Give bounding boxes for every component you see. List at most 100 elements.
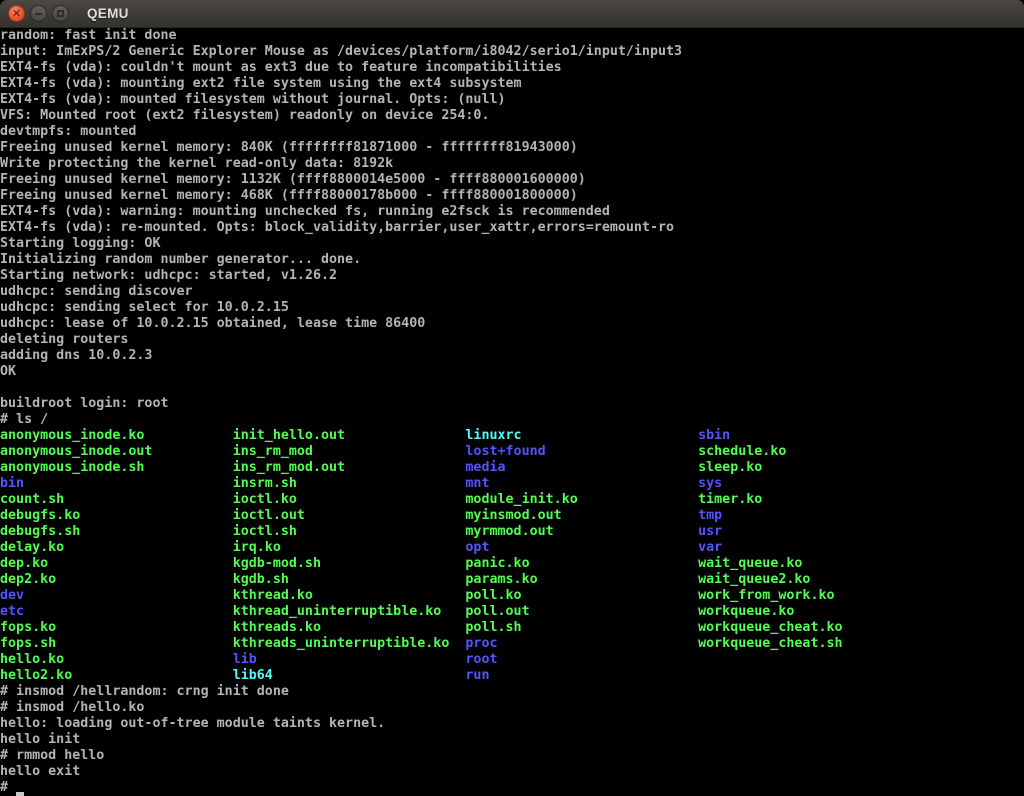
window-title: QEMU bbox=[87, 6, 129, 21]
terminal-text: EXT4-fs (vda): mounted filesystem withou… bbox=[0, 92, 506, 107]
terminal-text: EXT4-fs (vda): warning: mounting uncheck… bbox=[0, 204, 610, 219]
ls-entry-file: fops.sh bbox=[0, 636, 233, 651]
ls-entry-dir: run bbox=[465, 668, 698, 683]
minimize-button[interactable] bbox=[30, 5, 47, 22]
terminal-line: debugfs.sh ioctl.sh myrmmod.out usr bbox=[0, 524, 1024, 540]
terminal-line: # insmod /hello.ko bbox=[0, 700, 1024, 716]
terminal-text: Freeing unused kernel memory: 840K (ffff… bbox=[0, 140, 578, 155]
terminal-text: # ls / bbox=[0, 412, 48, 427]
terminal-text: EXT4-fs (vda): couldn't mount as ext3 du… bbox=[0, 60, 562, 75]
terminal-text: # insmod /hello.ko bbox=[0, 700, 144, 715]
ls-entry-file: insrm.sh bbox=[233, 476, 466, 491]
ls-entry-file: timer.ko bbox=[698, 492, 762, 507]
shell-prompt: # bbox=[0, 780, 16, 795]
terminal-text: udhcpc: lease of 10.0.2.15 obtained, lea… bbox=[0, 316, 425, 331]
terminal-text: Freeing unused kernel memory: 468K (ffff… bbox=[0, 188, 578, 203]
ls-entry-file: workqueue_cheat.sh bbox=[698, 636, 842, 651]
terminal-line: OK bbox=[0, 364, 1024, 380]
terminal-line: buildroot login: root bbox=[0, 396, 1024, 412]
ls-entry-dir: tmp bbox=[698, 508, 722, 523]
terminal-line: Freeing unused kernel memory: 840K (ffff… bbox=[0, 140, 1024, 156]
ls-entry-file: count.sh bbox=[0, 492, 233, 507]
terminal-line: etc kthread_uninterruptible.ko poll.out … bbox=[0, 604, 1024, 620]
terminal-line: devtmpfs: mounted bbox=[0, 124, 1024, 140]
ls-entry-file: kthread_uninterruptible.ko bbox=[233, 604, 466, 619]
terminal-line: udhcpc: sending select for 10.0.2.15 bbox=[0, 300, 1024, 316]
terminal-text: Write protecting the kernel read-only da… bbox=[0, 156, 393, 171]
ls-entry-dir: sbin bbox=[698, 428, 730, 443]
terminal-line: adding dns 10.0.2.3 bbox=[0, 348, 1024, 364]
ls-entry-file: ins_rm_mod bbox=[233, 444, 466, 459]
ls-entry-dir: dev bbox=[0, 588, 233, 603]
terminal-line: anonymous_inode.out ins_rm_mod lost+foun… bbox=[0, 444, 1024, 460]
terminal-line: # rmmod hello bbox=[0, 748, 1024, 764]
terminal-cursor bbox=[16, 792, 24, 796]
terminal-screen[interactable]: random: fast init doneinput: ImExPS/2 Ge… bbox=[0, 28, 1024, 796]
ls-entry-file: work_from_work.ko bbox=[698, 588, 834, 603]
terminal-text: hello init bbox=[0, 732, 80, 747]
terminal-text: udhcpc: sending select for 10.0.2.15 bbox=[0, 300, 289, 315]
ls-entry-dir: sys bbox=[698, 476, 722, 491]
ls-entry-file: kthreads_uninterruptible.ko bbox=[233, 636, 466, 651]
ls-entry-file: myrmmod.out bbox=[465, 524, 698, 539]
ls-entry-file: kthread.ko bbox=[233, 588, 466, 603]
ls-entry-dir: media bbox=[465, 460, 698, 475]
ls-entry-dir: bin bbox=[0, 476, 233, 491]
ls-entry-file: kgdb-mod.sh bbox=[233, 556, 466, 571]
ls-entry-dir: var bbox=[698, 540, 722, 555]
terminal-line: # ls / bbox=[0, 412, 1024, 428]
ls-entry-link: lib64 bbox=[233, 668, 466, 683]
ls-entry-file: poll.sh bbox=[465, 620, 698, 635]
terminal-line: anonymous_inode.sh ins_rm_mod.out media … bbox=[0, 460, 1024, 476]
ls-entry-dir: proc bbox=[465, 636, 698, 651]
terminal-line: delay.ko irq.ko opt var bbox=[0, 540, 1024, 556]
terminal-text: deleting routers bbox=[0, 332, 128, 347]
terminal-text: random: fast init done bbox=[0, 28, 177, 43]
terminal-text: # insmod /hellrandom: crng init done bbox=[0, 684, 289, 699]
terminal-line: hello exit bbox=[0, 764, 1024, 780]
terminal-text: adding dns 10.0.2.3 bbox=[0, 348, 152, 363]
ls-entry-dir: etc bbox=[0, 604, 233, 619]
ls-entry-file: init_hello.out bbox=[233, 428, 466, 443]
ls-entry-file: params.ko bbox=[465, 572, 698, 587]
window-titlebar[interactable]: ✕ QEMU bbox=[0, 0, 1024, 28]
ls-entry-file: anonymous_inode.out bbox=[0, 444, 233, 459]
terminal-line: EXT4-fs (vda): warning: mounting uncheck… bbox=[0, 204, 1024, 220]
terminal-line: dep2.ko kgdb.sh params.ko wait_queue2.ko bbox=[0, 572, 1024, 588]
terminal-line: hello2.ko lib64 run bbox=[0, 668, 1024, 684]
terminal-line: Starting logging: OK bbox=[0, 236, 1024, 252]
terminal-line: # insmod /hellrandom: crng init done bbox=[0, 684, 1024, 700]
terminal-line: EXT4-fs (vda): mounted filesystem withou… bbox=[0, 92, 1024, 108]
maximize-icon bbox=[57, 10, 64, 17]
maximize-button[interactable] bbox=[52, 5, 69, 22]
ls-entry-file: dep.ko bbox=[0, 556, 233, 571]
terminal-line: input: ImExPS/2 Generic Explorer Mouse a… bbox=[0, 44, 1024, 60]
ls-entry-file: kgdb.sh bbox=[233, 572, 466, 587]
ls-entry-file: poll.ko bbox=[465, 588, 698, 603]
terminal-line: anonymous_inode.ko init_hello.out linuxr… bbox=[0, 428, 1024, 444]
ls-entry-file: irq.ko bbox=[233, 540, 466, 555]
terminal-line: EXT4-fs (vda): mounting ext2 file system… bbox=[0, 76, 1024, 92]
ls-entry-file: delay.ko bbox=[0, 540, 233, 555]
ls-entry-file: dep2.ko bbox=[0, 572, 233, 587]
terminal-line: deleting routers bbox=[0, 332, 1024, 348]
terminal-text: devtmpfs: mounted bbox=[0, 124, 136, 139]
ls-entry-file: kthreads.ko bbox=[233, 620, 466, 635]
terminal-line: dev kthread.ko poll.ko work_from_work.ko bbox=[0, 588, 1024, 604]
terminal-line: Initializing random number generator... … bbox=[0, 252, 1024, 268]
ls-entry-file: panic.ko bbox=[465, 556, 698, 571]
ls-entry-dir: lib bbox=[233, 652, 466, 667]
terminal-text: input: ImExPS/2 Generic Explorer Mouse a… bbox=[0, 44, 682, 59]
ls-entry-file: myinsmod.out bbox=[465, 508, 698, 523]
terminal-text: EXT4-fs (vda): re-mounted. Opts: block_v… bbox=[0, 220, 674, 235]
ls-entry-file: ioctl.ko bbox=[233, 492, 466, 507]
ls-entry-file: workqueue.ko bbox=[698, 604, 794, 619]
ls-entry-file: debugfs.ko bbox=[0, 508, 233, 523]
ls-entry-link: linuxrc bbox=[465, 428, 698, 443]
terminal-line: hello: loading out-of-tree module taints… bbox=[0, 716, 1024, 732]
terminal-line: EXT4-fs (vda): re-mounted. Opts: block_v… bbox=[0, 220, 1024, 236]
ls-entry-file: wait_queue.ko bbox=[698, 556, 802, 571]
terminal-line: EXT4-fs (vda): couldn't mount as ext3 du… bbox=[0, 60, 1024, 76]
ls-entry-file: hello.ko bbox=[0, 652, 233, 667]
close-button[interactable]: ✕ bbox=[8, 5, 25, 22]
